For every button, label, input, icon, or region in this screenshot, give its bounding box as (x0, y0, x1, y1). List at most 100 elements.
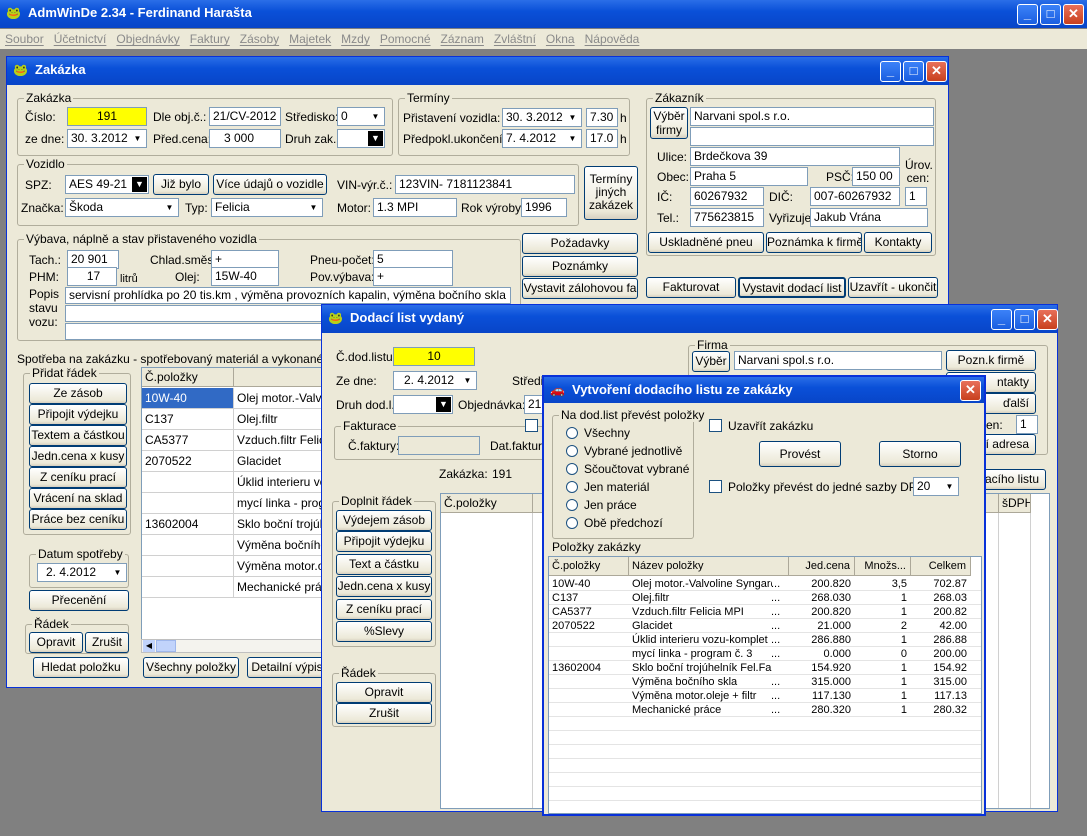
textem-button[interactable]: Textem a částkou (29, 425, 127, 446)
chevron-down-icon[interactable]: ▼ (132, 177, 147, 192)
table-row[interactable]: mycí linka - program č. 3... 0.000 0 200.00 (549, 647, 981, 661)
pripojit-vydejku-button[interactable]: Připojit výdejku (29, 404, 127, 425)
table-row[interactable]: Výměna motor.oleje + filtr... 117.130 1 117… (549, 689, 981, 703)
menu-item[interactable]: Majetek (284, 29, 336, 49)
polozky-grid[interactable]: Č.položky 10W-40 Olej motor.-Valvol C137 Ol… (141, 367, 325, 653)
table-cell[interactable]: 13602004 (142, 514, 234, 535)
main-titlebar[interactable]: 🐸 AdmWinDe 2.34 - Ferdinand Harašta _ □ … (0, 0, 1087, 28)
vraceni-button[interactable]: Vrácení na sklad (29, 488, 127, 509)
minimize-button[interactable]: _ (880, 61, 901, 82)
vydejem-button[interactable]: Výdejem zásob (336, 510, 432, 531)
firma-field[interactable]: Narvani spol.s r.o. (690, 107, 934, 126)
table-row[interactable]: Úklid interieru vozu-komplet... 286.880 1 2… (549, 633, 981, 647)
maximize-button[interactable]: □ (903, 61, 924, 82)
column-header[interactable]: Název položky (629, 557, 789, 576)
pozadavky-button[interactable]: Požadavky (522, 233, 638, 254)
preceneni-button[interactable]: Přecenění (29, 590, 129, 611)
bez-ceniku-button[interactable]: Práce bez ceníku (29, 509, 127, 530)
maximize-button[interactable]: □ (1040, 4, 1061, 25)
psc-field[interactable]: 150 00 (852, 167, 900, 186)
vin-field[interactable]: 123VIN- 7181123841 (395, 175, 575, 194)
fakturovat-button[interactable]: Fakturovat (646, 277, 736, 298)
table-cell[interactable]: Olej.filtr (234, 409, 324, 430)
table-cell[interactable]: Úklid interieru voz (234, 472, 324, 493)
menu-item[interactable]: Okna (541, 29, 580, 49)
predcena-field[interactable]: 3 000 (209, 129, 281, 148)
predpokl-hour-field[interactable]: 17.0 (586, 129, 618, 148)
druhzak-select[interactable]: ▼ (337, 129, 385, 148)
cenik-praci-button[interactable]: Z ceníku prací (29, 467, 127, 488)
ic-field[interactable]: 60267932 (690, 187, 764, 206)
chevron-down-icon[interactable]: ▼ (130, 131, 145, 146)
zakazka-titlebar[interactable]: 🐸 Zakázka _ □ ✕ (7, 57, 948, 85)
cdod-field[interactable]: 10 (393, 347, 475, 366)
cislo-field[interactable]: 191 (67, 107, 147, 126)
radio-button[interactable] (566, 427, 578, 439)
vyrizuje-field[interactable]: Jakub Vrána (810, 208, 928, 227)
detail-button[interactable]: Detailní výpis (247, 657, 327, 678)
table-cell[interactable] (142, 556, 234, 577)
vsechny-button[interactable]: Všechny položky (143, 657, 239, 678)
opravit-button[interactable]: Opravit (336, 682, 432, 703)
druh-select[interactable]: ▼ (393, 395, 453, 414)
close-button[interactable]: ✕ (1037, 309, 1058, 330)
checkbox[interactable] (525, 419, 538, 432)
close-button[interactable]: ✕ (926, 61, 947, 82)
chevron-down-icon[interactable]: ▼ (942, 479, 957, 494)
column-header[interactable]: šDPH (999, 494, 1031, 513)
column-header[interactable] (234, 368, 324, 387)
menu-item[interactable]: Nápověda (580, 29, 645, 49)
vyber-button[interactable]: Výběr (692, 351, 730, 372)
chevron-down-icon[interactable]: ▼ (306, 200, 321, 215)
uskladnene-button[interactable]: Uskladněné pneu (648, 232, 764, 253)
dodaci-titlebar[interactable]: 🐸 Dodací list vydaný _ □ ✕ (322, 305, 1058, 333)
menu-item[interactable]: Mzdy (336, 29, 375, 49)
column-header[interactable]: Jed.cena (789, 557, 855, 576)
table-row[interactable]: Mechanické práce... 280.320 1 280.32 (549, 703, 981, 717)
menu-item[interactable]: Soubor (0, 29, 49, 49)
firma-field[interactable]: Narvani spol.s r.o. (734, 351, 942, 370)
opravit-button[interactable]: Opravit (29, 632, 83, 653)
minimize-button[interactable]: _ (1017, 4, 1038, 25)
table-cell[interactable] (142, 493, 234, 514)
menu-item[interactable]: Faktury (185, 29, 235, 49)
table-cell[interactable]: 2070522 (142, 451, 234, 472)
ze-zasob-button[interactable]: Ze zásob (29, 383, 127, 404)
obec-field[interactable]: Praha 5 (690, 167, 808, 186)
typ-select[interactable]: Felicia ▼ (211, 198, 323, 217)
hledat-button[interactable]: Hledat položku (33, 657, 129, 678)
table-cell[interactable]: C137 (142, 409, 234, 430)
zedne-field[interactable]: 2. 4.2012 ▼ (393, 371, 477, 390)
radio-button[interactable] (566, 499, 578, 511)
table-row[interactable]: CA5377 Vzduch.filtr Felicia MPI... 200.820… (549, 605, 981, 619)
column-header[interactable]: Č.položky (441, 494, 533, 513)
vyber-firmy-button[interactable]: Výběr firmy (650, 107, 688, 139)
table-row[interactable]: Výměna bočního skla... 315.000 1 315.00 (549, 675, 981, 689)
pov-field[interactable]: + (373, 267, 453, 286)
maximize-button[interactable]: □ (1014, 309, 1035, 330)
storno-button[interactable]: Storno (879, 441, 961, 467)
chevron-down-icon[interactable]: ▼ (368, 131, 383, 146)
table-row[interactable]: 2070522 Glacidet... 21.000 2 42.00 (549, 619, 981, 633)
table-cell[interactable]: 10W-40 (142, 388, 234, 409)
column-header[interactable]: Celkem (911, 557, 971, 576)
table-row[interactable]: C137 Olej.filtr... 268.030 1 268.03 (549, 591, 981, 605)
chevron-down-icon[interactable]: ▼ (460, 373, 475, 388)
table-cell[interactable] (142, 472, 234, 493)
zrusit-button[interactable]: Zrušit (85, 632, 129, 653)
uzavrit-button[interactable]: Uzavřít - ukončit (848, 277, 938, 298)
pripojit-vydejku-button[interactable]: Připojit výdejku (336, 531, 432, 552)
menu-item[interactable]: Pomocné (375, 29, 436, 49)
menu-item[interactable]: Záznam (436, 29, 489, 49)
table-cell[interactable] (142, 535, 234, 556)
radio-button[interactable] (566, 481, 578, 493)
terminy-jinych-button[interactable]: Termíny jiných zakázek (584, 166, 638, 220)
uroven-field[interactable]: 1 (905, 187, 927, 206)
tel-field[interactable]: 775623815 (690, 208, 764, 227)
jedn-cena-button[interactable]: Jedn.cena x kusy (29, 446, 127, 467)
prevest-sazby-checkbox[interactable] (709, 480, 722, 493)
zedne-field[interactable]: 30. 3.2012 ▼ (67, 129, 147, 148)
slevy-button[interactable]: %Slevy (336, 621, 432, 642)
kontakty-button[interactable]: Kontakty (864, 232, 932, 253)
dic-field[interactable]: 007-60267932 (810, 187, 900, 206)
